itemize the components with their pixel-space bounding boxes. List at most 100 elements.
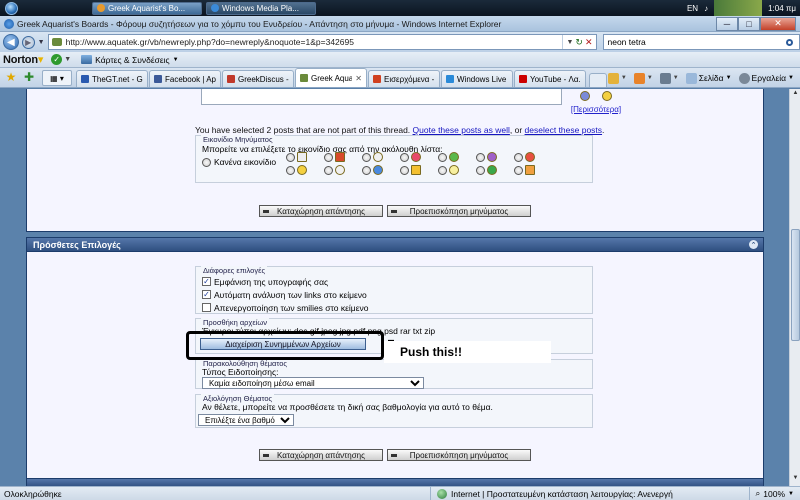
norton-safe-icon[interactable]: ✓ [51, 54, 63, 65]
annotation-callout: Push this!! [384, 341, 551, 363]
page-menu[interactable]: Σελίδα ▼ [685, 72, 732, 84]
tab-6[interactable]: YouTube - Λα... [514, 70, 586, 87]
smilie-icon[interactable] [580, 91, 590, 101]
submit-reply-button[interactable]: Καταχώρηση απάντησης [259, 449, 383, 461]
scroll-down-icon[interactable]: ▼ [791, 475, 800, 485]
clock[interactable]: 1:04 πμ [768, 4, 796, 13]
icon-option-purple[interactable] [476, 152, 514, 162]
maximize-button[interactable]: □ [738, 16, 760, 31]
search-input[interactable] [607, 37, 779, 47]
minimize-button[interactable]: ─ [716, 16, 738, 31]
icon-option-angry[interactable] [400, 152, 438, 162]
favorites-star-icon[interactable]: ★ [4, 70, 18, 84]
history-dropdown-icon[interactable]: ▼ [38, 39, 45, 46]
tabs-bar: ★ ✚ ▦ ▾ TheGT.net - Gr... Facebook | Ap..… [0, 68, 800, 88]
tab-4[interactable]: Εισερχόμενα - ... [368, 70, 440, 87]
add-favorite-icon[interactable]: ✚ [22, 70, 36, 84]
preview-button-top[interactable]: Προεπισκόπηση μηνύματος [387, 205, 531, 217]
window-titlebar[interactable]: Greek Aquarist's Boards - Φόρουμ συζητήσ… [0, 16, 800, 32]
notification-type-label: Τύπος Ειδοποίησης: [202, 367, 279, 377]
icon-option-arrow[interactable] [324, 152, 362, 162]
notification-type-select[interactable]: Καμία ειδοποίηση μέσω email [202, 377, 424, 389]
norton-cards-button[interactable]: Κάρτες & Συνδέσεις ▼ [81, 55, 179, 65]
question-icon [373, 152, 383, 162]
refresh-icon[interactable]: ↻ [575, 37, 583, 48]
additional-options-header[interactable]: Πρόσθετες Επιλογές ⌃ [27, 238, 763, 252]
icon-option-thumbs-up[interactable] [514, 165, 552, 175]
tab-label: GreekDiscus - ... [238, 74, 289, 84]
tab-3[interactable]: Greek Aqua...✕ [295, 68, 367, 87]
message-textarea[interactable] [201, 89, 562, 105]
icon-option-cool[interactable] [324, 165, 362, 175]
misc-options-legend: Διάφορες επιλογές [201, 266, 268, 275]
icon-option-red[interactable] [514, 152, 552, 162]
signature-checkbox[interactable]: ✓ [202, 277, 211, 286]
forward-button[interactable]: ▶ [21, 35, 35, 49]
icon-option-lightbulb[interactable] [438, 165, 476, 175]
document-icon [297, 152, 307, 162]
tools-menu[interactable]: Εργαλεία ▼ [738, 72, 794, 84]
red-face-icon [525, 152, 535, 162]
option-show-signature[interactable]: ✓ Εμφάνιση της υπογραφής σας [202, 275, 368, 288]
chevron-down-icon: ▼ [172, 56, 179, 63]
print-icon[interactable] [659, 72, 671, 84]
page-scrollbar[interactable]: ▲ ▼ [789, 89, 800, 486]
icon-option-question[interactable] [362, 152, 400, 162]
search-icon[interactable] [779, 35, 799, 49]
next-panel-header[interactable] [27, 479, 763, 486]
rating-select[interactable]: Επιλέξτε ένα βαθμό [198, 414, 294, 426]
option-parse-links[interactable]: ✓ Αυτόματη ανάλυση των links στο κείμενο [202, 288, 368, 301]
tab-label: Εισερχόμενα - ... [384, 74, 435, 84]
rss-feed-icon[interactable] [633, 72, 645, 84]
tab-5[interactable]: Windows Live ... [441, 70, 513, 87]
parse-links-checkbox[interactable]: ✓ [202, 290, 211, 299]
deselect-posts-link[interactable]: deselect these posts [525, 125, 603, 135]
icon-option-document[interactable] [286, 152, 324, 162]
page-icon [685, 72, 697, 84]
option-disable-smilies[interactable]: Απενεργοποίηση των smilies στο κείμενο [202, 301, 368, 314]
more-smilies-link[interactable]: [Περισσότερα] [567, 105, 625, 114]
tab-0[interactable]: TheGT.net - Gr... [76, 70, 148, 87]
gear-icon [738, 72, 750, 84]
quote-posts-link[interactable]: Quote these posts as well [413, 125, 510, 135]
no-icon-option[interactable]: Κανένα εικονίδιο [202, 157, 276, 167]
disable-smilies-checkbox[interactable] [202, 303, 211, 312]
taskbar-button-ie[interactable]: Greek Aquarist's Bo... [92, 1, 202, 15]
collapse-icon[interactable]: ⌃ [749, 240, 758, 249]
search-box[interactable] [602, 34, 800, 50]
volume-icon[interactable]: ♪ [704, 4, 708, 13]
zoom-control[interactable]: ⌕ 100% ▼ [748, 487, 800, 500]
close-button[interactable]: ✕ [760, 16, 796, 31]
icon-option-smile[interactable] [286, 165, 324, 175]
icon-option-wink[interactable] [476, 165, 514, 175]
windows-orb-icon [4, 1, 18, 15]
quick-tabs-button[interactable]: ▦ ▾ [42, 70, 72, 86]
url-text[interactable]: http://www.aquatek.gr/vb/newreply.php?do… [66, 37, 559, 47]
taskbar-button-wmp[interactable]: Windows Media Pla... [206, 1, 316, 15]
back-arrow-icon: ◀ [7, 36, 15, 48]
smilie-icon[interactable] [602, 91, 612, 101]
security-zone[interactable]: Internet | Προστατευμένη κατάσταση λειτο… [430, 487, 673, 500]
tab-2[interactable]: GreekDiscus - ... [222, 70, 294, 87]
tab-favicon-icon [300, 74, 308, 82]
address-dropdown-icon[interactable]: ▼ [566, 39, 573, 46]
norton-logo[interactable]: Norton▾ [3, 53, 43, 66]
start-button[interactable] [0, 0, 22, 16]
home-icon[interactable] [607, 72, 619, 84]
language-indicator[interactable]: EN [687, 4, 698, 13]
back-button[interactable]: ◀ [3, 34, 19, 50]
address-bar[interactable]: http://www.aquatek.gr/vb/newreply.php?do… [47, 34, 597, 50]
icon-option-big-grin[interactable] [438, 152, 476, 162]
icon-option-sad[interactable] [362, 165, 400, 175]
scrollbar-thumb[interactable] [791, 229, 800, 341]
scroll-up-icon[interactable]: ▲ [791, 90, 800, 100]
preview-button[interactable]: Προεπισκόπηση μηνύματος [387, 449, 531, 461]
tab-1[interactable]: Facebook | Ap... [149, 70, 221, 87]
submit-reply-button-top[interactable]: Καταχώρηση απάντησης [259, 205, 383, 217]
new-tab-button[interactable] [589, 73, 607, 87]
tab-close-icon[interactable]: ✕ [355, 74, 362, 83]
norton-dropdown-icon[interactable]: ▼ [64, 56, 71, 63]
stop-icon[interactable]: ✕ [585, 37, 593, 48]
icon-option-warning[interactable] [400, 165, 438, 175]
no-icon-radio[interactable] [202, 157, 211, 167]
